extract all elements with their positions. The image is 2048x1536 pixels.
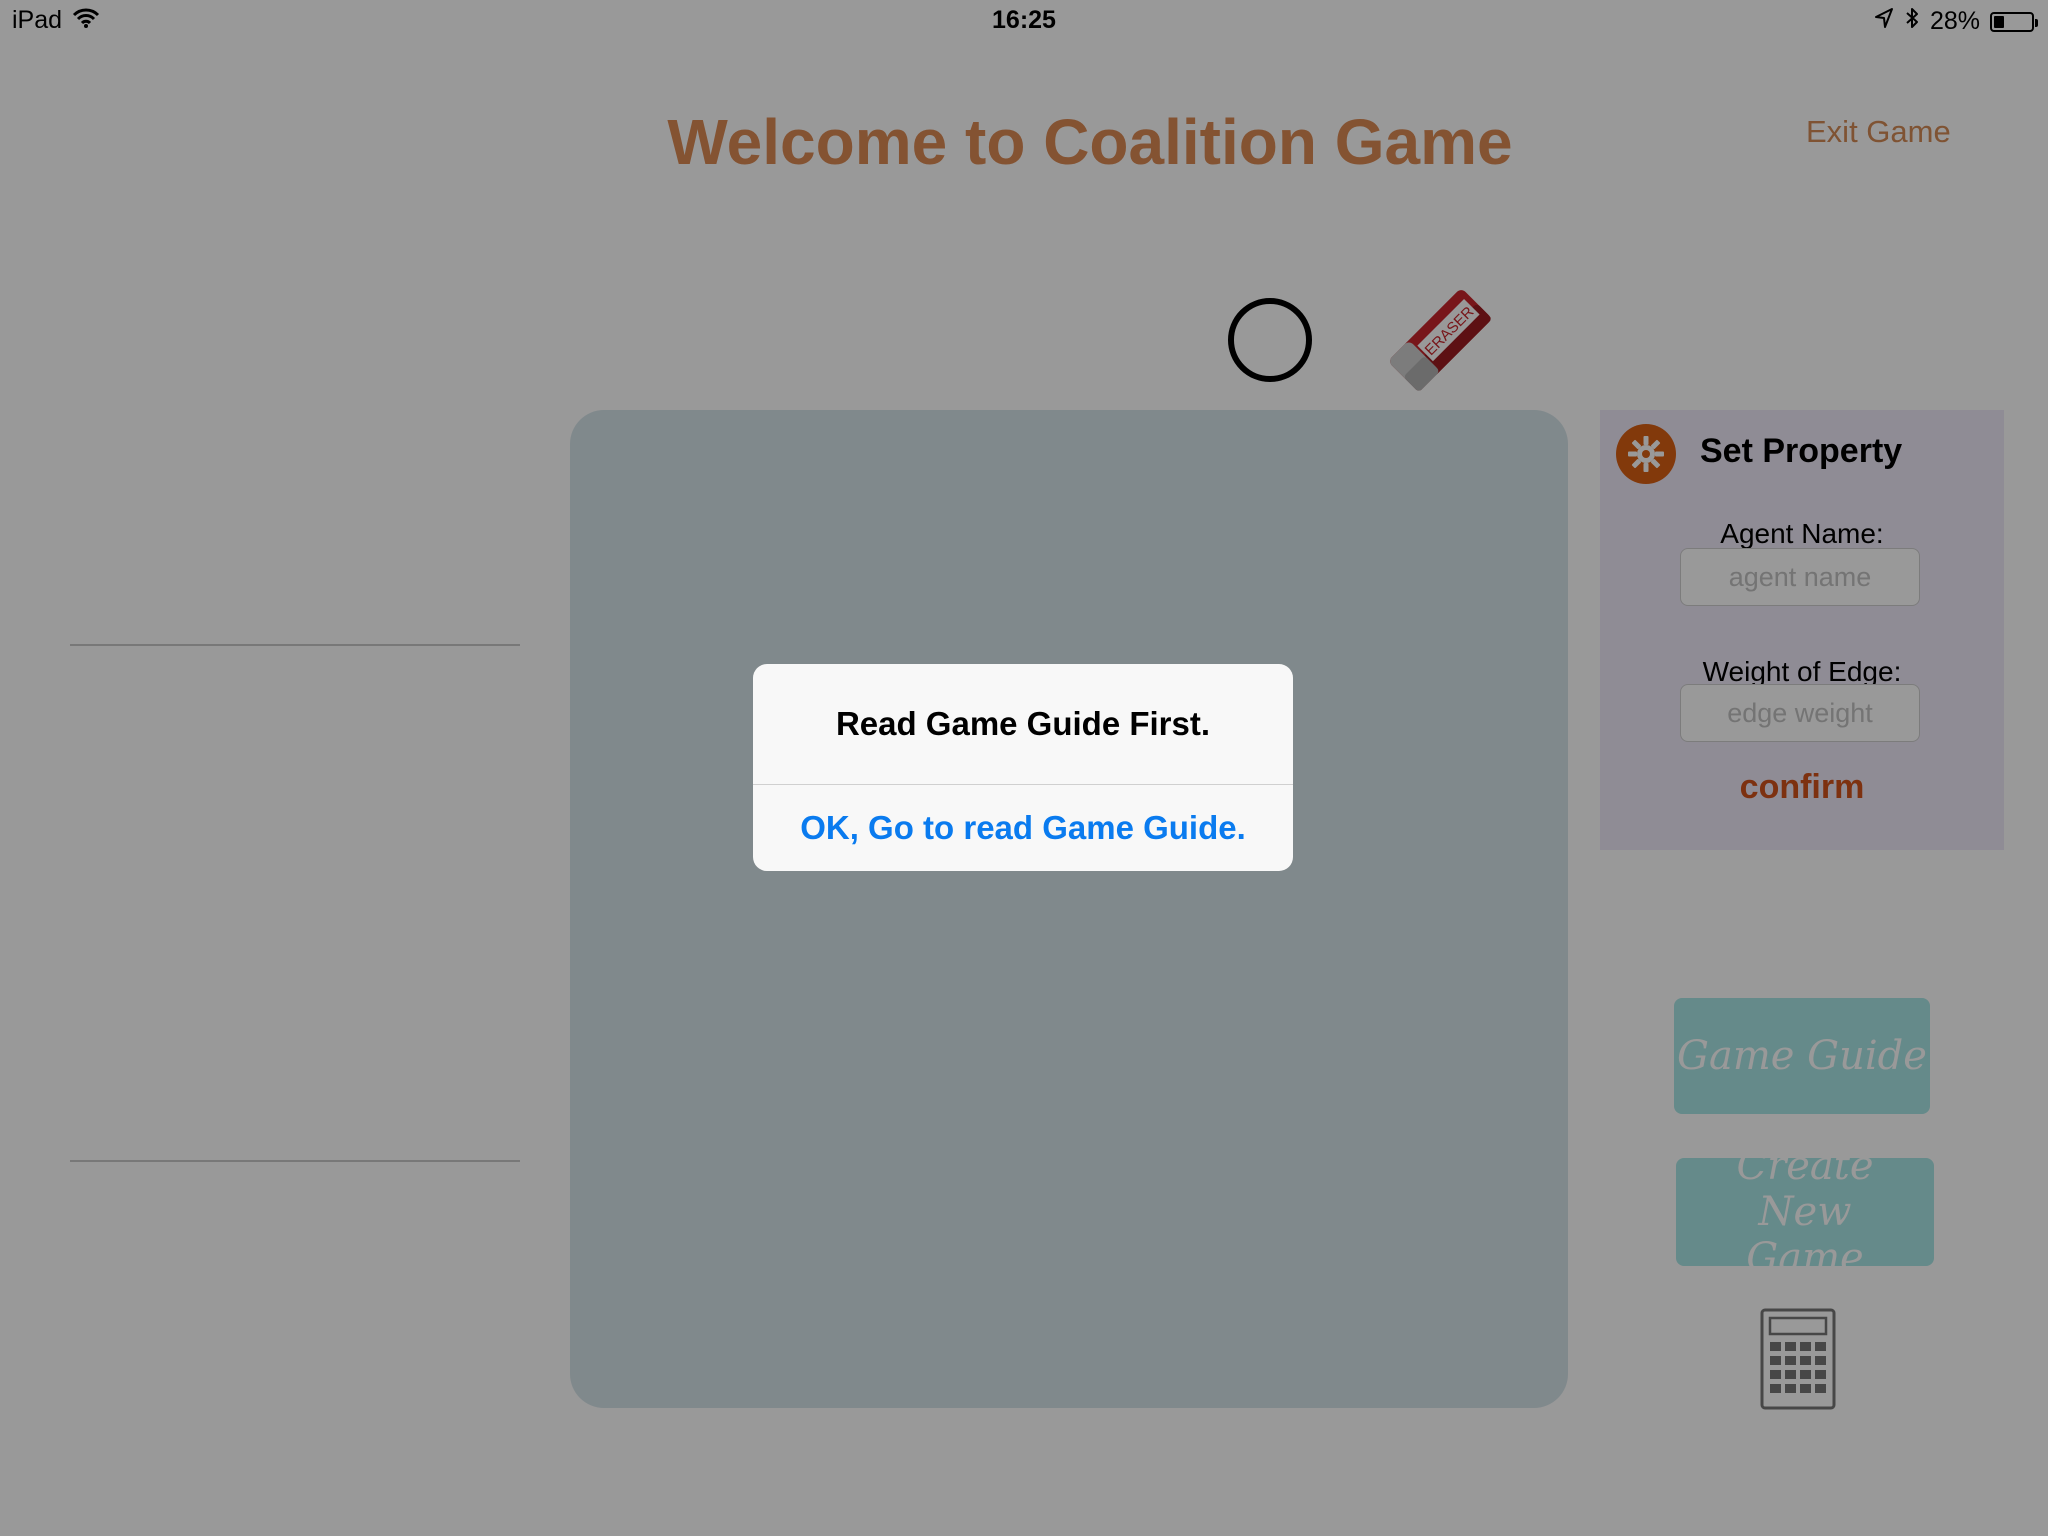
alert-dialog: Read Game Guide First. OK, Go to read Ga… — [753, 664, 1293, 871]
go-to-game-guide-button[interactable]: OK, Go to read Game Guide. — [753, 785, 1293, 871]
app-screen: iPad 16:25 28% Welcome to Coalition Game… — [0, 0, 2048, 1536]
alert-message: Read Game Guide First. — [835, 705, 1211, 742]
